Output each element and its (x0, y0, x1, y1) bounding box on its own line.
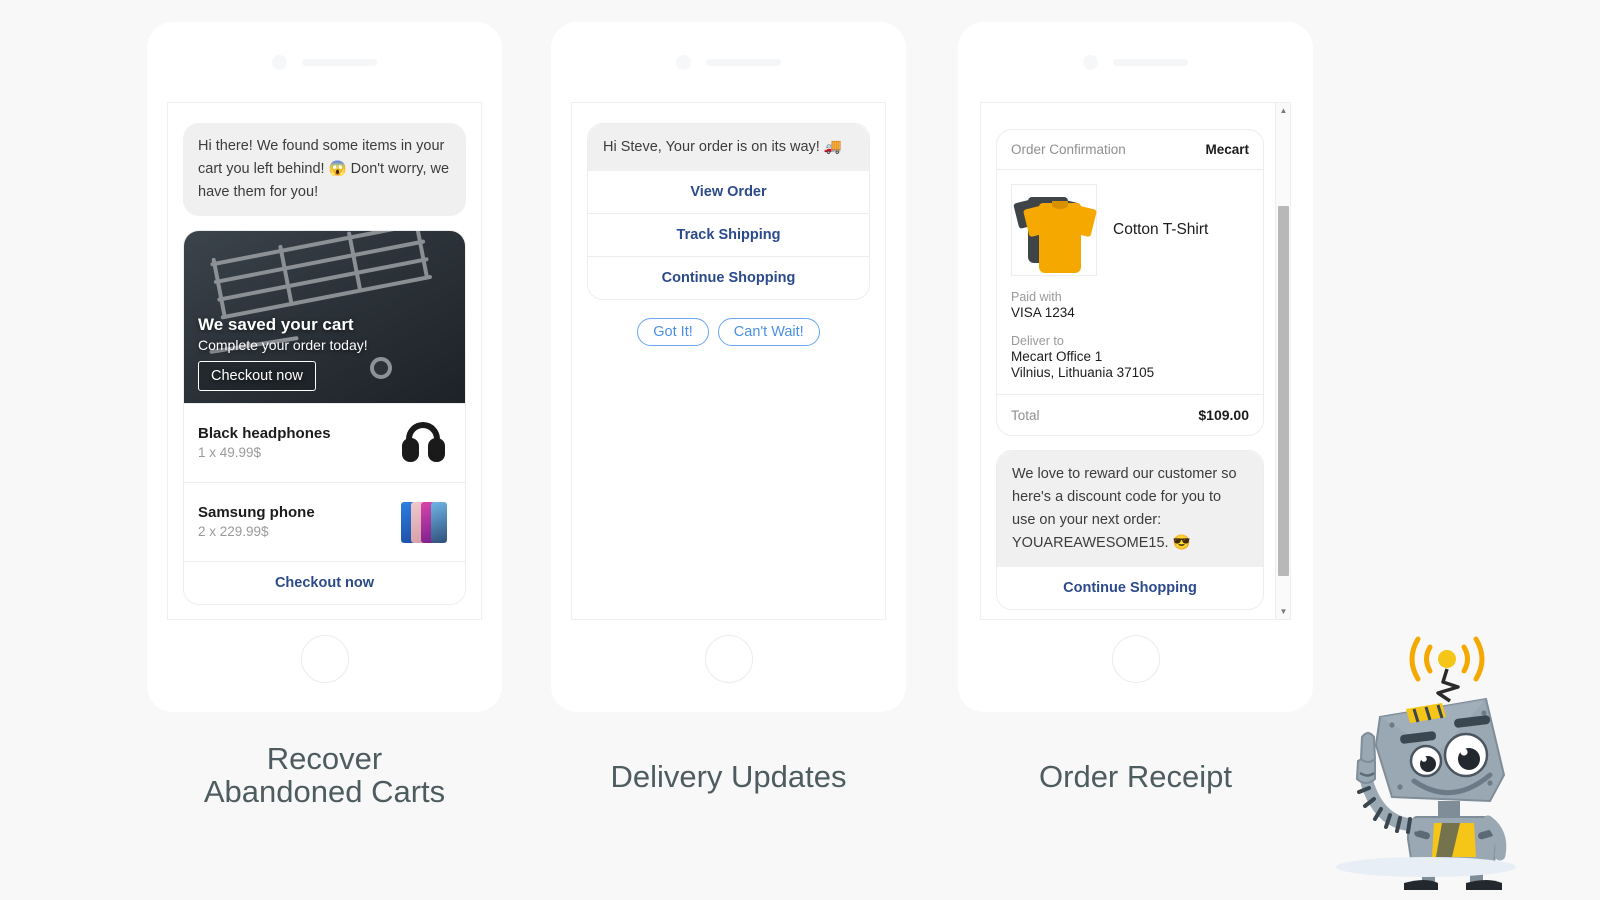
product-price: 2 x 229.99$ (198, 524, 269, 540)
paid-with-value: VISA 1234 (1011, 305, 1075, 320)
camera-icon (272, 55, 287, 70)
caption-line: Delivery Updates (610, 759, 847, 794)
caption-line: Abandoned Carts (203, 774, 446, 810)
speaker-grille-icon (302, 59, 377, 66)
robot-illustration (1355, 636, 1507, 893)
deliver-to-label: Deliver to (1011, 334, 1064, 348)
hero-subtitle: Complete your order today! (198, 336, 368, 353)
checkout-now-link[interactable]: Checkout now (184, 560, 465, 604)
phone-top-bezel (147, 50, 502, 80)
antenna (1436, 668, 1460, 703)
continue-shopping-button[interactable]: Continue Shopping (588, 255, 869, 299)
home-button[interactable] (300, 635, 349, 683)
quick-reply-row: Got It! Can't Wait! (587, 317, 870, 346)
total-label: Total (1011, 407, 1040, 423)
chat-bubble-greeting: Hi there! We found some items in your ca… (183, 123, 466, 216)
caption-line: Recover (266, 741, 383, 776)
home-button[interactable] (704, 635, 753, 683)
home-button[interactable] (1111, 635, 1160, 683)
receipt-header: Order Confirmation Mecart (997, 130, 1263, 170)
tshirt-icon (1011, 184, 1098, 276)
scroll-up-arrow-icon[interactable]: ▲ (1276, 103, 1290, 118)
hero-title: We saved your cart (198, 314, 354, 334)
cart-hero-image: We saved your cart Complete your order t… (184, 230, 465, 403)
receipt-item-name: Cotton T-Shirt (1113, 221, 1209, 238)
signal-dot-icon (1438, 650, 1456, 668)
paid-with-label: Paid with (1011, 290, 1062, 304)
hero-checkout-button[interactable]: Checkout now (198, 360, 316, 391)
scrollbar[interactable]: ▲ ▼ (1275, 103, 1290, 619)
product-name: Black headphones (198, 425, 331, 443)
product-name: Samsung phone (198, 504, 315, 522)
robot-finger (1359, 732, 1377, 763)
mascot-shadow (1336, 857, 1516, 877)
cart-hero-overlay: We saved your cart Complete your order t… (198, 315, 455, 391)
smartphones-icon (395, 496, 451, 548)
caption-order-receipt: Order Receipt (958, 759, 1313, 794)
product-row-samsung-phone[interactable]: Samsung phone 2 x 229.99$ (184, 481, 465, 561)
view-order-button[interactable]: View Order (588, 170, 869, 213)
deliver-to-field: Deliver to Mecart Office 1 Vilnius, Lith… (1011, 334, 1249, 380)
order-receipt-card: Order Confirmation Mecart Cotton T-Shirt… (996, 129, 1264, 436)
headphones-icon (395, 417, 451, 469)
receipt-item-row: Cotton T-Shirt (1011, 184, 1249, 276)
deliver-to-line1: Mecart Office 1 (1011, 349, 1103, 364)
caption-delivery-updates: Delivery Updates (551, 759, 906, 794)
phone-mockup-delivery-updates: Hi Steve, Your order is on its way! 🚚 Vi… (551, 22, 906, 712)
robot-mascot (1318, 625, 1533, 893)
receipt-brand: Mecart (1205, 142, 1249, 157)
camera-icon (676, 55, 691, 70)
chat-bubble-discount: We love to reward our customer so here's… (997, 451, 1263, 567)
quick-reply-cant-wait[interactable]: Can't Wait! (717, 317, 820, 346)
receipt-total-row: Total $109.00 (997, 394, 1263, 435)
phone-top-bezel (551, 50, 906, 80)
product-price: 1 x 49.99$ (198, 445, 262, 461)
quick-reply-got-it[interactable]: Got It! (637, 317, 709, 346)
page-root: Hi there! We found some items in your ca… (0, 0, 1600, 900)
paid-with-field: Paid with VISA 1234 (1011, 290, 1249, 320)
phone-mockup-abandoned-cart: Hi there! We found some items in your ca… (147, 22, 502, 712)
chat-viewport-2: Hi Steve, Your order is on its way! 🚚 Vi… (571, 102, 886, 620)
total-amount: $109.00 (1198, 407, 1249, 423)
speaker-grille-icon (1113, 59, 1188, 66)
phone-top-bezel (958, 50, 1313, 80)
receipt-body: Cotton T-Shirt Paid with VISA 1234 Deliv… (997, 170, 1263, 394)
robot-foot-left (1404, 880, 1438, 893)
abandoned-cart-card: We saved your cart Complete your order t… (183, 229, 466, 605)
scrollbar-thumb[interactable] (1278, 206, 1289, 576)
discount-card: We love to reward our customer so here's… (996, 450, 1264, 610)
delivery-update-card: Hi Steve, Your order is on its way! 🚚 Vi… (587, 123, 870, 300)
robot-neck (1438, 801, 1460, 817)
product-row-headphones[interactable]: Black headphones 1 x 49.99$ (184, 402, 465, 482)
deliver-to-line2: Vilnius, Lithuania 37105 (1011, 365, 1155, 380)
chat-viewport-3: Order Confirmation Mecart Cotton T-Shirt… (980, 102, 1291, 620)
chat-viewport-1: Hi there! We found some items in your ca… (167, 102, 482, 620)
chat-bubble-delivery: Hi Steve, Your order is on its way! 🚚 (588, 124, 869, 171)
continue-shopping-button[interactable]: Continue Shopping (997, 566, 1263, 609)
caption-abandoned-cart: Recover Abandoned Carts (147, 742, 502, 809)
camera-icon (1083, 55, 1098, 70)
caption-line: Order Receipt (1039, 759, 1232, 794)
receipt-header-label: Order Confirmation (1011, 142, 1126, 157)
speaker-grille-icon (706, 59, 781, 66)
scroll-down-arrow-icon[interactable]: ▼ (1276, 604, 1290, 619)
phone-mockup-order-receipt: Order Confirmation Mecart Cotton T-Shirt… (958, 22, 1313, 712)
track-shipping-button[interactable]: Track Shipping (588, 212, 869, 256)
